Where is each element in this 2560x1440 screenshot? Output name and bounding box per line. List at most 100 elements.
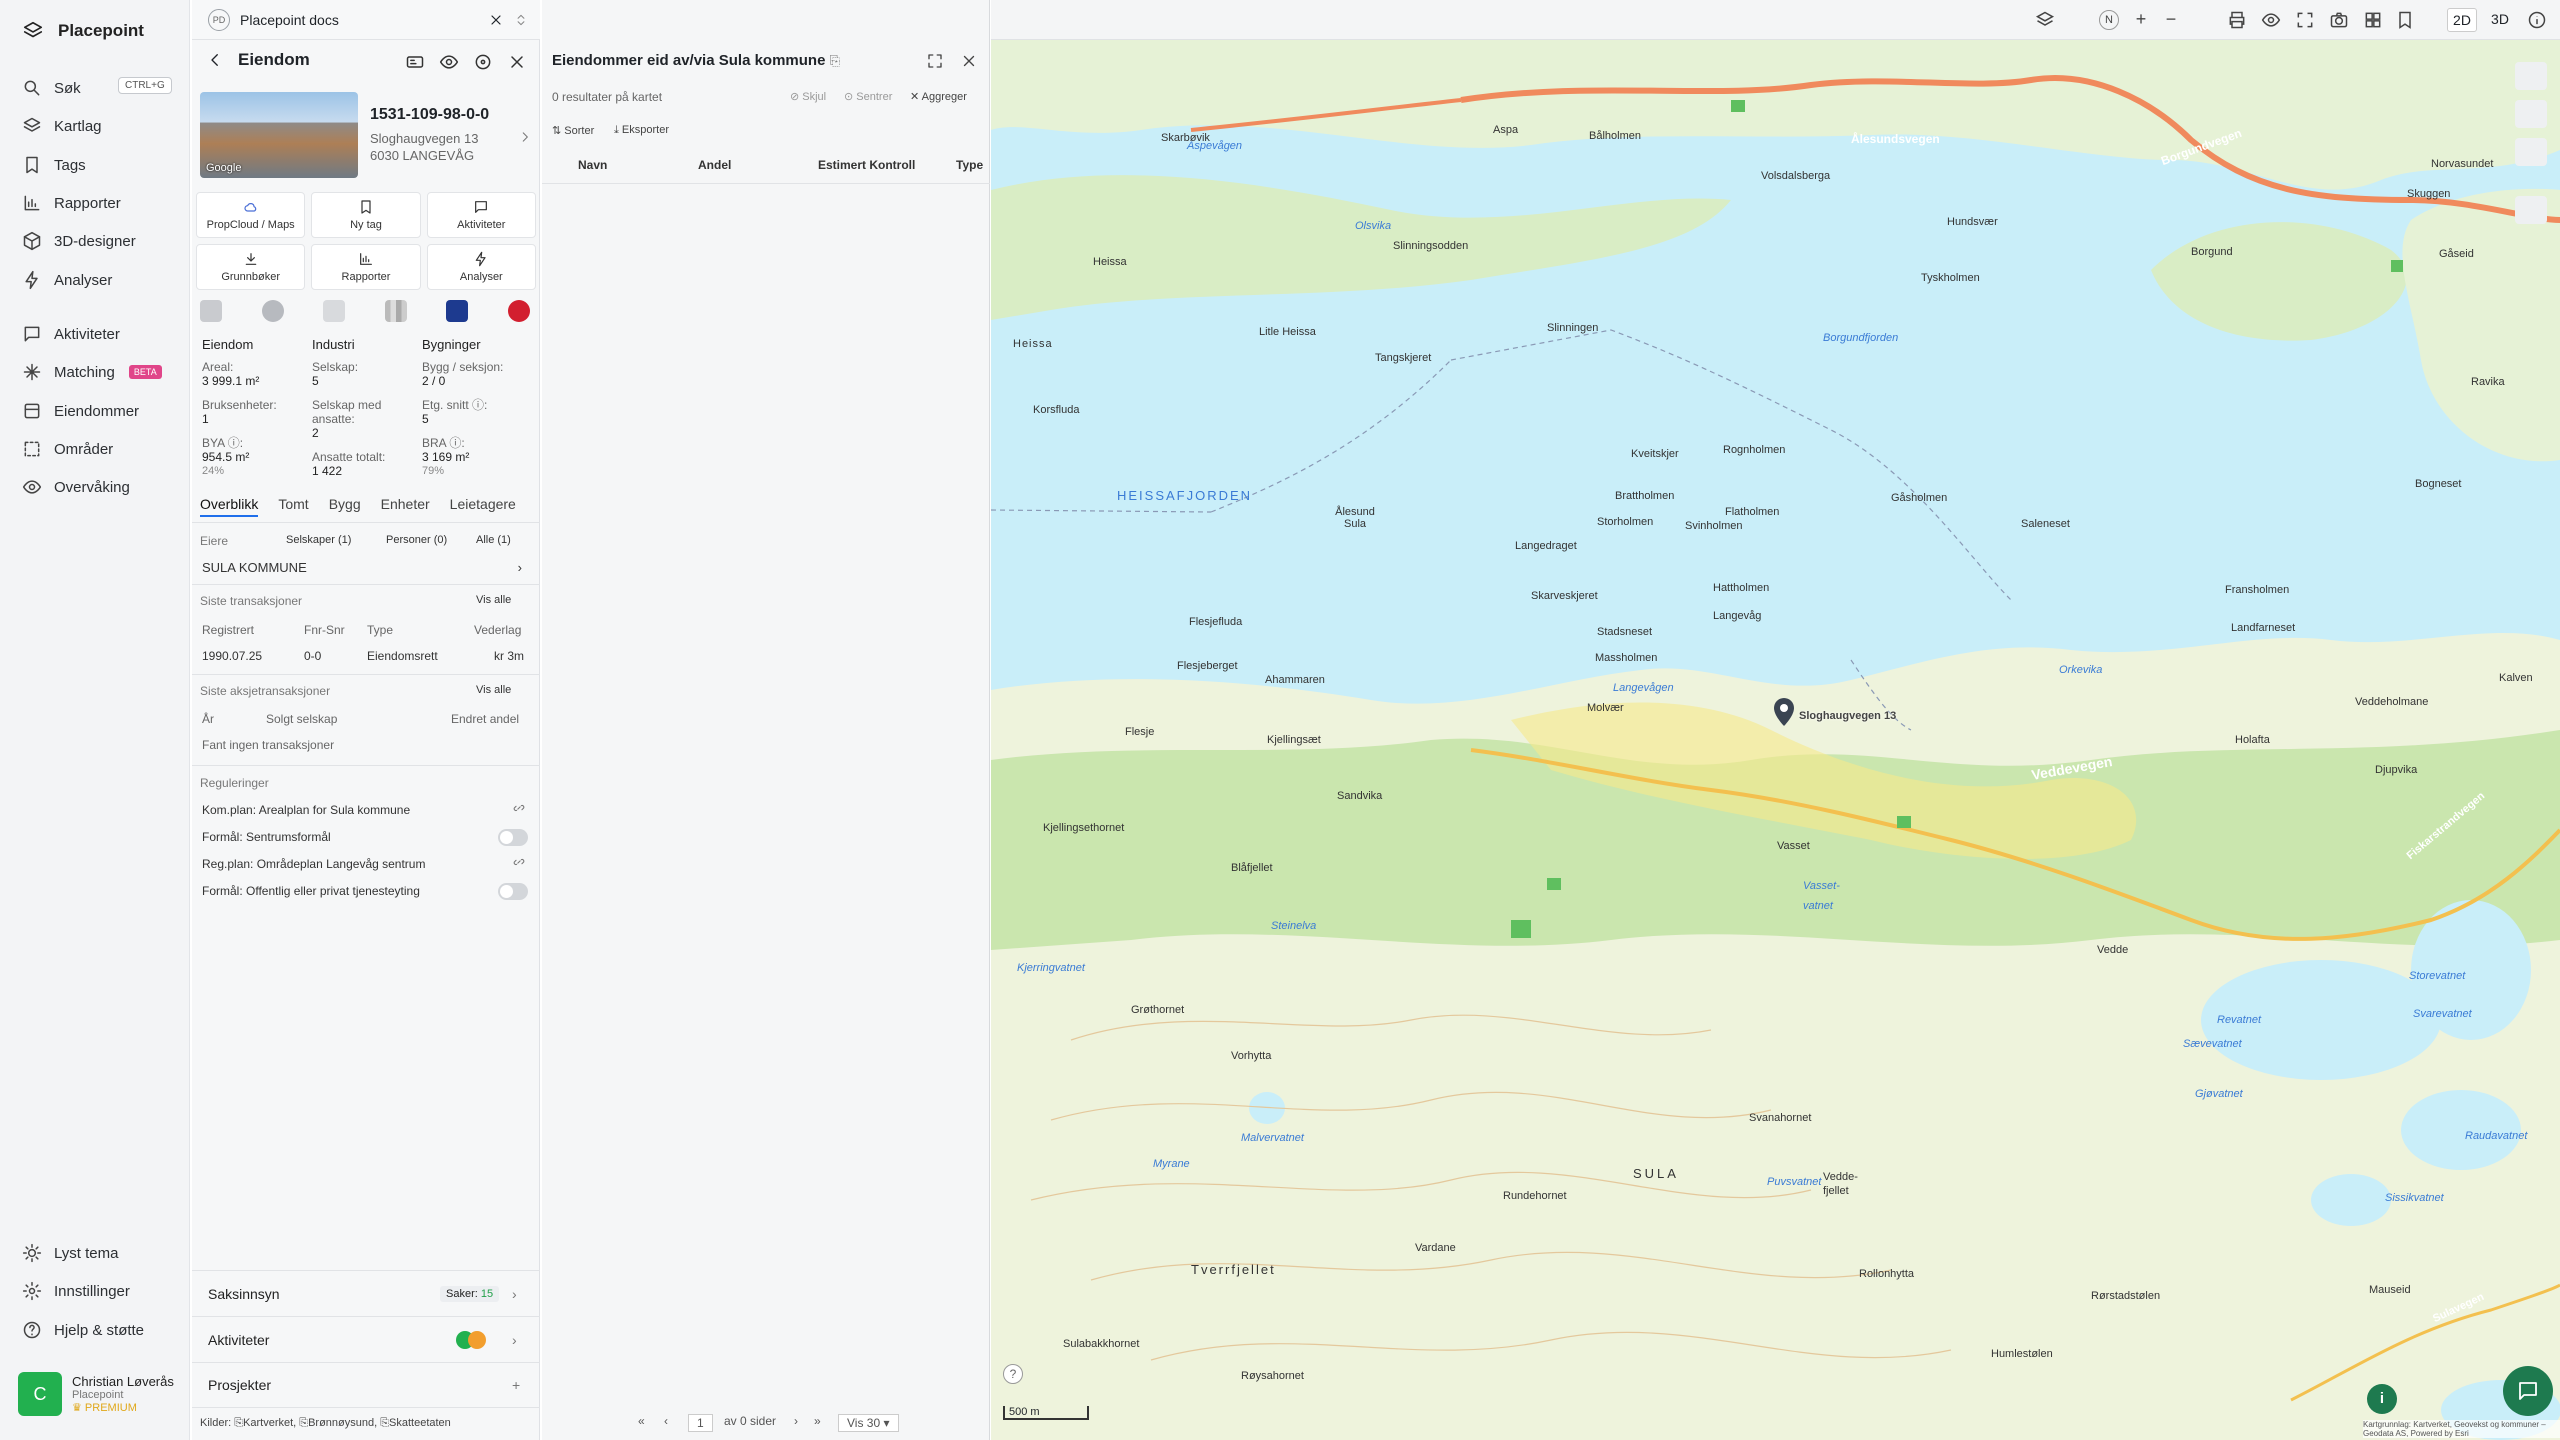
per-page-select[interactable]: Vis 30 ▾ — [838, 1414, 899, 1432]
owner-row[interactable]: SULA KOMMUNE › — [202, 560, 522, 575]
land-registry-button[interactable]: Grunnbøker — [196, 244, 306, 290]
regulation-toggle[interactable] — [498, 883, 528, 900]
nav-item-omrader[interactable]: Områder — [22, 435, 113, 463]
nav-item-search[interactable]: Søk — [22, 74, 81, 102]
activities-accordion[interactable]: Aktiviteter › — [192, 1316, 540, 1362]
nav-item-settings[interactable]: Innstillinger — [22, 1277, 130, 1305]
nav-item-overvaking[interactable]: Overvåking — [22, 473, 130, 501]
analyses-button[interactable]: Analyser — [426, 244, 536, 290]
tab-overblikk[interactable]: Overblikk — [200, 496, 259, 517]
compass-icon[interactable]: N — [2099, 10, 2119, 30]
brand-logo[interactable]: Placepoint — [22, 20, 144, 42]
column-header-share[interactable]: Andel — [698, 158, 731, 172]
tab-leietagere[interactable]: Leietagere — [450, 496, 516, 517]
owners-filter-all[interactable]: Alle (1) — [476, 534, 511, 546]
nav-item-rapporter[interactable]: Rapporter — [22, 189, 121, 217]
center-button[interactable]: ⊙ Sentrer — [844, 90, 892, 103]
column-header-name[interactable]: Navn — [578, 158, 607, 172]
map-canvas[interactable]: Ålesundsvegen Borgundvegen Skarbøvik Asp… — [991, 40, 2560, 1440]
back-icon[interactable] — [206, 51, 224, 69]
activities-button[interactable]: Aktiviteter — [426, 192, 536, 238]
tab-enheter[interactable]: Enheter — [381, 496, 430, 517]
nav-item-aktiviteter[interactable]: Aktiviteter — [22, 320, 120, 348]
hide-button[interactable]: ⊘ Skjul — [790, 90, 826, 103]
source-logo-icon[interactable] — [200, 300, 222, 322]
link-icon[interactable]: ⎘ — [830, 53, 840, 68]
measure-icon[interactable] — [2515, 196, 2547, 224]
nav-item-tags[interactable]: Tags — [22, 151, 86, 179]
tab-tomt[interactable]: Tomt — [278, 496, 308, 517]
bookmark-icon[interactable] — [2395, 10, 2415, 30]
page-input[interactable]: 1 — [688, 1414, 713, 1432]
grid-icon[interactable] — [2363, 10, 2383, 30]
map-marker-label[interactable]: Sloghaugvegen 13 — [1799, 710, 1896, 722]
print-icon[interactable] — [2227, 10, 2247, 30]
propcloud-button[interactable]: PropCloud / Maps — [196, 192, 306, 238]
reports-button[interactable]: Rapporter — [311, 244, 421, 290]
layers-icon[interactable] — [2035, 10, 2055, 30]
expand-icon[interactable] — [514, 13, 528, 27]
mode-2d-button[interactable]: 2D — [2447, 8, 2477, 32]
saksinnsyn-accordion[interactable]: Saksinnsyn Saker: 15 › — [192, 1270, 540, 1316]
map-tool-button[interactable] — [2515, 100, 2547, 128]
next-page-button[interactable]: › — [794, 1414, 798, 1428]
projects-accordion[interactable]: Prosjekter + — [192, 1362, 540, 1408]
nav-item-matching[interactable]: Matching BETA — [22, 358, 162, 386]
regulation-item[interactable]: Reg.plan: Områdeplan Langevåg sentrum — [202, 857, 425, 871]
eye-icon[interactable] — [439, 52, 459, 72]
docs-tab[interactable]: PD Placepoint docs — [192, 0, 540, 40]
house-logo-icon[interactable] — [507, 300, 530, 322]
owners-filter-companies[interactable]: Selskaper (1) — [286, 534, 351, 546]
target-icon[interactable] — [473, 52, 493, 72]
id-card-icon[interactable] — [405, 52, 425, 72]
globe-icon[interactable] — [261, 300, 284, 322]
nav-item-kartlag[interactable]: Kartlag — [22, 112, 102, 140]
user-profile[interactable]: C Christian Løverås Placepoint ♛ PREMIUM — [18, 1372, 174, 1416]
tx-cell[interactable]: 0-0 — [304, 649, 321, 663]
aggregate-button[interactable]: ✕ Aggreger — [910, 90, 967, 103]
transactions-view-all[interactable]: Vis alle — [476, 594, 511, 606]
nav-item-3d-designer[interactable]: 3D-designer — [22, 227, 136, 255]
sort-button[interactable]: ⇅ Sorter — [552, 124, 594, 137]
plus-icon[interactable]: + — [512, 1377, 520, 1393]
nav-item-eiendommer[interactable]: Eiendommer — [22, 397, 139, 425]
nav-item-light-theme[interactable]: Lyst tema — [22, 1239, 118, 1267]
info-icon[interactable] — [2527, 10, 2547, 30]
chart-icon[interactable] — [2515, 138, 2547, 166]
street-view-photo[interactable]: Google — [200, 92, 358, 178]
regulation-toggle[interactable] — [498, 829, 528, 846]
column-header-control[interactable]: Estimert Kontroll — [818, 158, 915, 172]
fullscreen-icon[interactable] — [926, 52, 944, 70]
export-button[interactable]: ⤓ Eksporter — [614, 124, 669, 137]
plant-icon[interactable] — [323, 300, 346, 322]
close-icon[interactable] — [488, 12, 504, 28]
column-header-type[interactable]: Type — [956, 158, 983, 172]
help-icon[interactable]: ? — [1003, 1364, 1023, 1384]
info-icon[interactable]: i — [2367, 1384, 2397, 1414]
first-page-button[interactable]: « — [638, 1414, 645, 1428]
bars-icon[interactable] — [384, 300, 407, 322]
map-tool-button[interactable] — [2515, 62, 2547, 90]
link-icon[interactable] — [512, 801, 526, 815]
nav-item-analyser[interactable]: Analyser — [22, 266, 112, 294]
camera-icon[interactable] — [2329, 10, 2349, 30]
eye-icon[interactable] — [2261, 10, 2281, 30]
prev-page-button[interactable]: ‹ — [664, 1414, 668, 1428]
share-tx-view-all[interactable]: Vis alle — [476, 684, 511, 696]
nav-item-help[interactable]: Hjelp & støtte — [22, 1316, 144, 1344]
close-icon[interactable] — [960, 52, 978, 70]
fullscreen-icon[interactable] — [2295, 10, 2315, 30]
mode-3d-button[interactable]: 3D — [2485, 8, 2515, 32]
chevron-right-icon[interactable] — [518, 130, 532, 144]
zoom-out-icon[interactable]: − — [2161, 10, 2181, 30]
tab-bygg[interactable]: Bygg — [329, 496, 361, 517]
chat-button[interactable] — [2503, 1366, 2553, 1416]
zoom-in-icon[interactable]: + — [2131, 10, 2151, 30]
last-page-button[interactable]: » — [814, 1414, 821, 1428]
tek-logo-icon[interactable] — [446, 300, 469, 322]
link-icon[interactable] — [512, 855, 526, 869]
close-icon[interactable] — [507, 52, 527, 72]
new-tag-button[interactable]: Ny tag — [311, 192, 421, 238]
owners-filter-persons[interactable]: Personer (0) — [386, 534, 447, 546]
regulation-item[interactable]: Kom.plan: Arealplan for Sula kommune — [202, 803, 410, 817]
